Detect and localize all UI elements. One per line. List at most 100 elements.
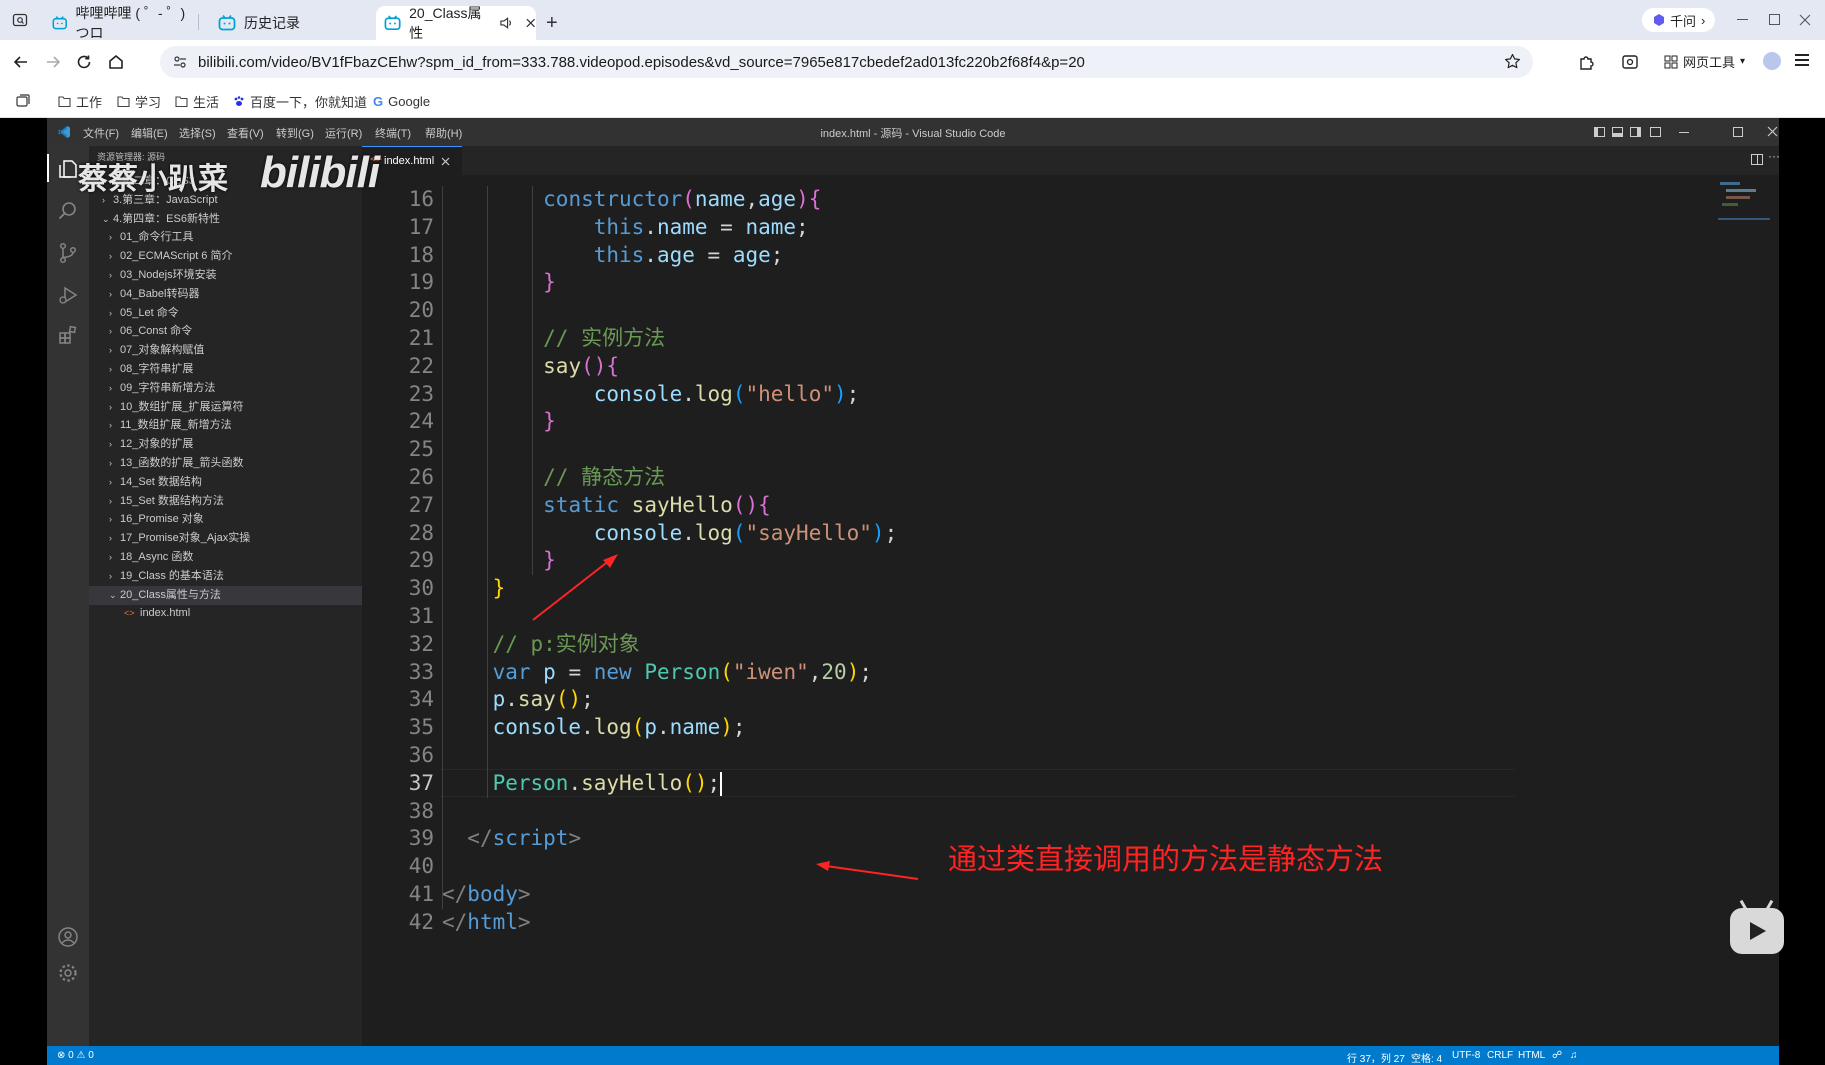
tree-folder-item[interactable]: ⌄ 20_Class属性与方法 [89, 585, 362, 605]
tree-folder-item[interactable]: › 01_命令行工具 [89, 228, 362, 247]
web-tools-button[interactable]: 网页工具 ▾ [1664, 52, 1745, 71]
split-editor-icon[interactable] [1751, 154, 1763, 165]
tree-folder-item[interactable]: › 12_对象的扩展 [89, 435, 362, 454]
speaker-icon[interactable] [499, 15, 514, 31]
settings-gear-icon[interactable] [57, 962, 79, 984]
code-line[interactable]: console.log("hello"); [442, 380, 860, 408]
code-line[interactable]: say(){ [442, 352, 619, 380]
account-icon[interactable] [57, 926, 79, 948]
site-info-icon[interactable] [172, 54, 188, 70]
forward-button[interactable] [41, 50, 65, 74]
eol-status[interactable]: CRLF [1487, 1050, 1513, 1061]
close-editor-tab-icon[interactable] [441, 157, 450, 166]
tab-search-icon[interactable] [8, 8, 32, 32]
tree-folder-item[interactable]: › 16_Promise 对象 [89, 510, 362, 529]
video-player[interactable]: 文件(F) 编辑(E) 选择(S) 查看(V) 转到(G) 运行(R) 终端(T… [0, 118, 1825, 1065]
explorer-icon[interactable] [57, 158, 79, 180]
language-mode[interactable]: HTML [1518, 1050, 1545, 1061]
code-line[interactable]: </body> [442, 880, 531, 908]
layout-sidebar-icon[interactable] [1630, 127, 1641, 137]
notifications-bell-icon[interactable]: ♫ [1570, 1050, 1578, 1061]
tree-folder-item[interactable]: › 11_数组扩展_新增方法 [89, 416, 362, 435]
code-line[interactable]: </script> [442, 824, 581, 852]
browser-tab-bilibili-home[interactable]: 哔哩哔哩 ( ゜- ゜)つロ [44, 5, 194, 41]
maximize-icon[interactable] [1769, 14, 1780, 25]
problems-indicator[interactable]: ⊗ 0 ⚠ 0 [57, 1050, 94, 1061]
browser-menu-icon[interactable] [1795, 54, 1809, 66]
code-line[interactable]: </html> [442, 908, 531, 936]
qianwen-button[interactable]: 千问 › [1642, 8, 1716, 32]
bookmark-folder-study[interactable]: 学习 [117, 92, 161, 110]
tree-folder-item[interactable]: › 04_Babel转码器 [89, 285, 362, 304]
tree-folder-item[interactable]: › 13_函数的扩展_箭头函数 [89, 454, 362, 473]
feedback-icon[interactable]: ☍ [1552, 1050, 1562, 1061]
source-control-icon[interactable] [57, 242, 79, 264]
customize-layout-icon[interactable] [1650, 127, 1661, 137]
tree-folder-item[interactable]: › 09_字符串新增方法 [89, 379, 362, 398]
extensions-button[interactable] [1575, 50, 1599, 74]
cursor-position[interactable]: 行 37，列 27 [1347, 1050, 1405, 1065]
code-line[interactable]: var p = new Person("iwen",20); [442, 658, 872, 686]
layout-toggle-icon[interactable] [1594, 127, 1605, 137]
code-line[interactable]: p.say(); [442, 685, 594, 713]
run-debug-icon[interactable] [57, 284, 79, 306]
bookmark-google[interactable]: G Google [373, 92, 430, 110]
tree-folder-item[interactable]: › 19_Class 的基本语法 [89, 567, 362, 586]
layout-panel-icon[interactable] [1612, 127, 1623, 137]
back-button[interactable] [9, 50, 33, 74]
code-line[interactable]: } [442, 268, 556, 296]
url-bar[interactable]: bilibili.com/video/BV1fFbazCEhw?spm_id_f… [160, 46, 1533, 78]
code-line[interactable]: this.name = name; [442, 213, 809, 241]
code-line[interactable]: console.log("sayHello"); [442, 519, 898, 547]
vscode-minimize-icon[interactable] [1679, 132, 1689, 133]
code-line[interactable]: this.age = age; [442, 241, 784, 269]
browser-tab-history[interactable]: 历史记录 [210, 6, 370, 40]
tree-folder-item[interactable]: › 07_对象解构赋值 [89, 341, 362, 360]
profile-avatar[interactable] [1763, 52, 1781, 70]
more-actions-icon[interactable]: ··· [1768, 149, 1779, 163]
home-button[interactable] [104, 50, 128, 74]
bilibili-mini-player-button[interactable] [1730, 899, 1784, 954]
code-line[interactable]: // p:实例对象 [442, 630, 640, 658]
tree-folder-item[interactable]: › 15_Set 数据结构方法 [89, 492, 362, 511]
encoding-status[interactable]: UTF-8 [1452, 1050, 1480, 1061]
code-line[interactable]: // 实例方法 [442, 324, 665, 352]
close-window-icon[interactable] [1799, 14, 1811, 26]
close-tab-icon[interactable] [525, 17, 536, 29]
browser-tab-active[interactable]: 20_Class属性 [376, 5, 536, 41]
extensions-icon[interactable] [57, 324, 79, 346]
minimap[interactable] [1712, 176, 1772, 236]
tree-folder-item[interactable]: › 03_Nodejs环境安装 [89, 266, 362, 285]
bookmark-folder-work[interactable]: 工作 [58, 92, 102, 110]
tree-folder-item[interactable]: › 14_Set 数据结构 [89, 473, 362, 492]
tree-folder-item[interactable]: › 06_Const 命令 [89, 322, 362, 341]
tree-folder-item[interactable]: › 08_字符串扩展 [89, 360, 362, 379]
bookmark-baidu[interactable]: 百度一下，你就知道 [233, 92, 367, 110]
code-line[interactable]: static sayHello(){ [442, 491, 771, 519]
tree-folder-item[interactable]: › 10_数组扩展_扩展运算符 [89, 398, 362, 417]
search-icon[interactable] [57, 200, 79, 222]
tree-folder-item[interactable]: › 18_Async 函数 [89, 548, 362, 567]
code-line[interactable]: } [442, 574, 506, 602]
bookmark-folder-life[interactable]: 生活 [175, 92, 219, 110]
minimize-icon[interactable] [1737, 19, 1748, 20]
tree-folder-item[interactable]: ⌄ 4.第四章：ES6新特性 [89, 210, 362, 229]
vscode-restore-icon[interactable] [1733, 127, 1743, 137]
code-line[interactable]: } [442, 407, 556, 435]
tree-folder-item[interactable]: › 02_ECMAScript 6 简介 [89, 247, 362, 266]
tree-folder-item[interactable]: › 17_Promise对象_Ajax实操 [89, 529, 362, 548]
tree-file-item[interactable]: <> index.html [89, 604, 362, 623]
code-line[interactable]: constructor(name,age){ [442, 185, 821, 213]
star-icon[interactable] [1504, 53, 1521, 70]
code-line[interactable]: Person.sayHello(); [442, 769, 723, 797]
new-tab-button[interactable]: + [546, 6, 566, 40]
reload-button[interactable] [72, 50, 96, 74]
tab-list-icon[interactable] [16, 94, 30, 108]
code-line[interactable]: // 静态方法 [442, 463, 665, 491]
url-text[interactable]: bilibili.com/video/BV1fFbazCEhw?spm_id_f… [198, 54, 1085, 71]
screenshot-button[interactable] [1618, 50, 1642, 74]
indentation-status[interactable]: 空格: 4 [1411, 1050, 1442, 1065]
uploader-watermark: 蔡蔡小趴菜 [78, 163, 228, 196]
vscode-close-icon[interactable] [1767, 126, 1778, 137]
tree-folder-item[interactable]: › 05_Let 命令 [89, 304, 362, 323]
